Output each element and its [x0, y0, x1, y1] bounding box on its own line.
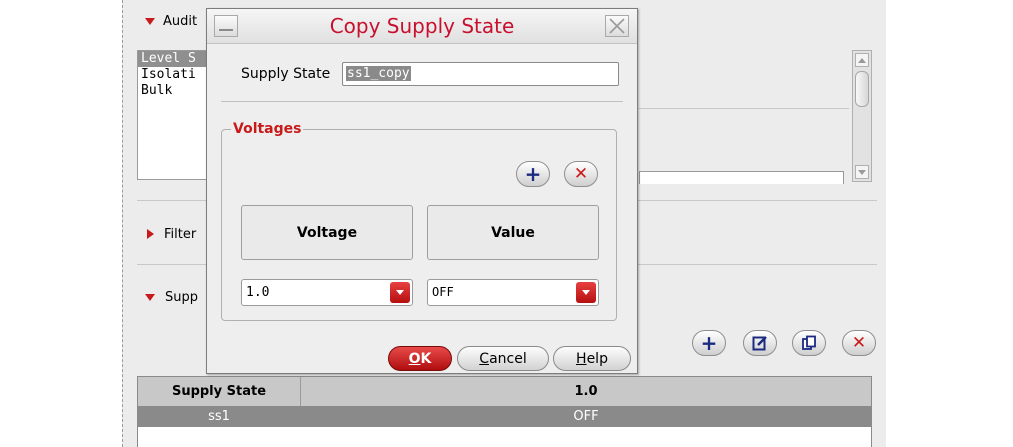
- supply-section-header[interactable]: Supp: [145, 288, 198, 306]
- table-row[interactable]: ss1 OFF: [138, 407, 871, 427]
- supply-state-input[interactable]: ss1_copy: [342, 62, 619, 86]
- supply-state-table: Supply State 1.0 ss1 OFF: [137, 376, 872, 447]
- voltages-group-label: Voltages: [231, 121, 304, 137]
- chevron-down-icon[interactable]: [576, 282, 596, 303]
- help-button[interactable]: Help: [553, 346, 631, 371]
- delete-icon: ✕: [573, 163, 589, 184]
- list-item[interactable]: Level S: [138, 51, 208, 67]
- add-icon: +: [524, 162, 542, 186]
- scroll-up-icon[interactable]: [855, 53, 869, 67]
- supply-state-label: Supply State: [241, 66, 331, 82]
- table-header-cell[interactable]: 1.0: [301, 377, 871, 406]
- voltage-select[interactable]: 1.0: [241, 279, 413, 306]
- copy-icon: [802, 335, 816, 350]
- copy-state-button[interactable]: [792, 330, 826, 356]
- dialog-titlebar[interactable]: Copy Supply State: [207, 9, 637, 44]
- expand-right-icon: [147, 229, 154, 239]
- table-header-row: Supply State 1.0: [138, 377, 871, 407]
- rule-type-list[interactable]: Level S Isolati Bulk: [137, 50, 209, 180]
- value-column-header[interactable]: Value: [427, 205, 599, 260]
- close-button[interactable]: [605, 15, 629, 37]
- copy-supply-state-dialog: Copy Supply State Supply State ss1_copy …: [206, 8, 638, 374]
- close-icon: [609, 18, 625, 34]
- table-cell: OFF: [573, 409, 599, 424]
- add-voltage-button[interactable]: +: [516, 161, 550, 187]
- edit-icon: [752, 336, 767, 351]
- chevron-down-icon[interactable]: [390, 282, 410, 303]
- help-label: Help: [576, 350, 608, 367]
- minimize-button[interactable]: [214, 15, 238, 37]
- table-cell: ss1: [208, 409, 230, 424]
- expand-down-icon: [145, 17, 155, 25]
- delete-voltage-button[interactable]: ✕: [564, 161, 598, 187]
- table-header-cell[interactable]: Supply State: [138, 377, 301, 406]
- voltage-column-header[interactable]: Voltage: [241, 205, 413, 260]
- cancel-label: Cancel: [479, 350, 527, 367]
- ok-button[interactable]: OK: [388, 346, 452, 371]
- audit-section-label: Audit: [163, 13, 198, 29]
- add-state-button[interactable]: +: [692, 330, 726, 356]
- list-divider: [639, 108, 849, 109]
- list-scrollbar[interactable]: [852, 50, 872, 182]
- ok-label: OK: [408, 350, 432, 367]
- minimize-icon: [219, 29, 233, 31]
- delete-state-button[interactable]: ✕: [842, 330, 876, 356]
- voltage-select-value: 1.0: [246, 285, 270, 300]
- cancel-button[interactable]: Cancel: [457, 346, 549, 371]
- list-input-strip: [639, 171, 844, 184]
- scroll-thumb[interactable]: [855, 71, 869, 107]
- value-select-value: OFF: [432, 285, 454, 299]
- value-select[interactable]: OFF: [427, 279, 599, 306]
- scroll-down-icon[interactable]: [855, 165, 869, 179]
- supply-state-value: ss1_copy: [346, 66, 411, 81]
- dialog-separator: [221, 101, 623, 102]
- supply-section-label: Supp: [165, 289, 198, 305]
- expand-down-icon: [145, 293, 155, 301]
- list-item[interactable]: Isolati: [138, 67, 208, 83]
- audit-section-header[interactable]: Audit: [145, 12, 197, 30]
- filter-section-header[interactable]: Filter: [147, 225, 196, 243]
- edit-state-button[interactable]: [743, 330, 777, 356]
- delete-icon: ✕: [851, 332, 867, 353]
- add-icon: +: [700, 331, 718, 355]
- list-item[interactable]: Bulk: [138, 83, 208, 99]
- filter-section-label: Filter: [164, 226, 197, 242]
- dialog-title: Copy Supply State: [329, 14, 515, 38]
